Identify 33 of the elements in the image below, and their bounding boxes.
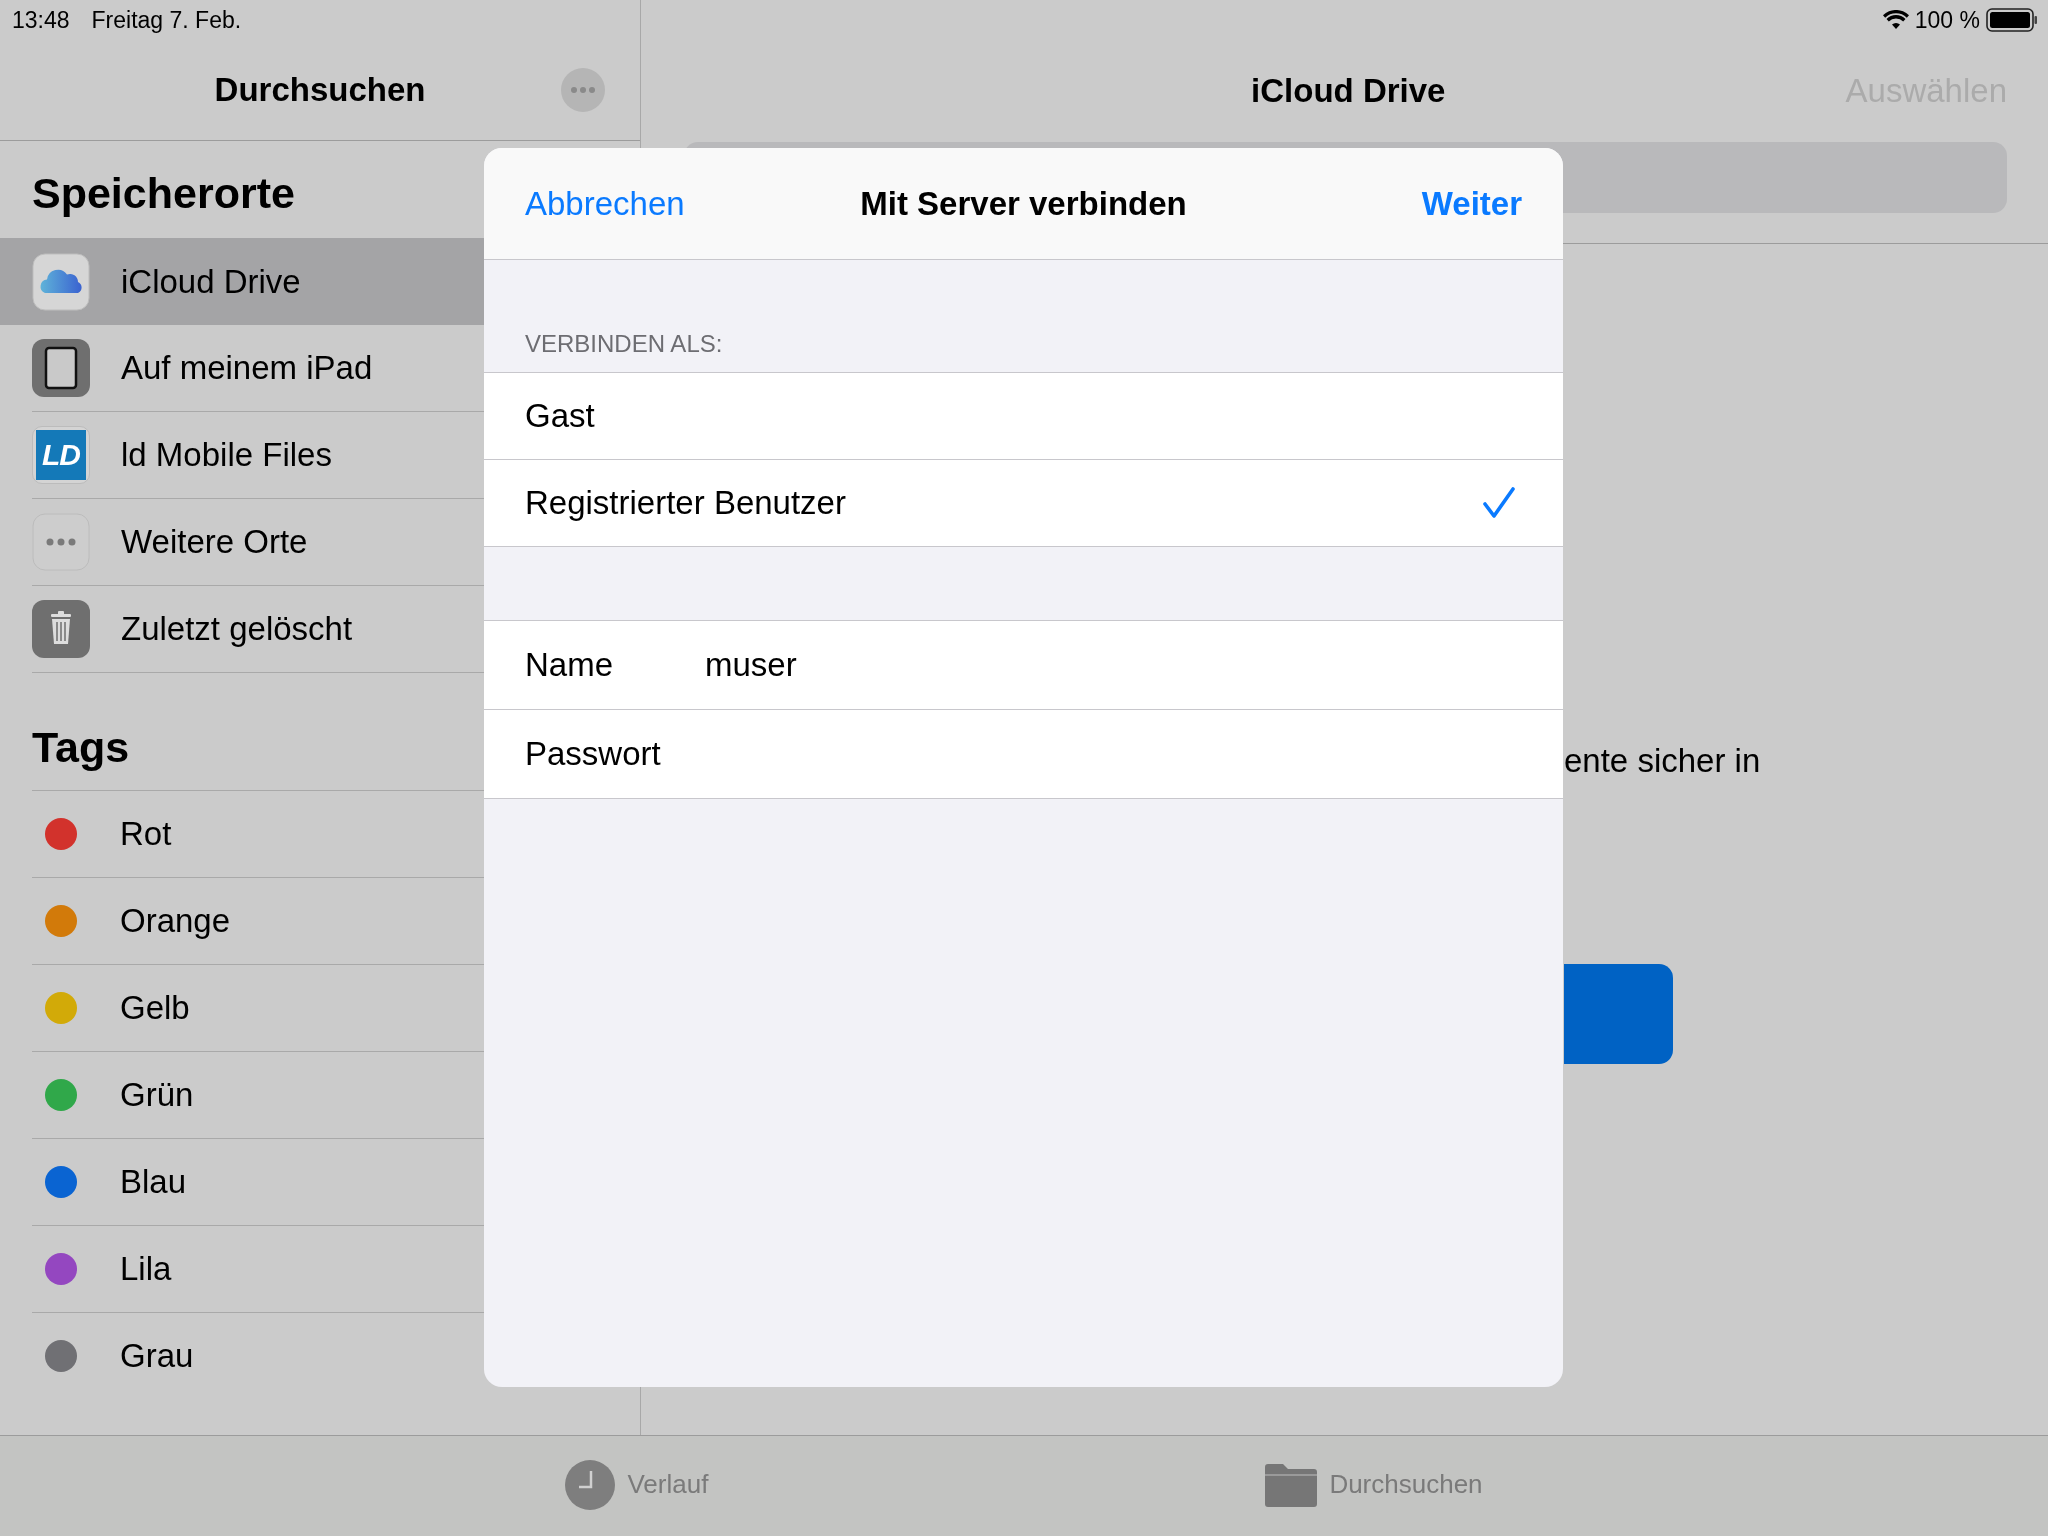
option-row[interactable]: Registrierter Benutzer [484, 460, 1563, 547]
clock-icon [565, 1459, 616, 1510]
sidebar-title: Durchsuchen [214, 71, 426, 109]
tag-label: Grün [120, 1076, 194, 1114]
next-button[interactable]: Weiter [1421, 184, 1522, 223]
wifi-icon [1882, 10, 1909, 30]
description-text: ente sicher in [1564, 742, 1762, 780]
cancel-button[interactable]: Abbrechen [525, 184, 685, 223]
option-row[interactable]: Gast [484, 373, 1563, 460]
section-header: VERBINDEN ALS: [525, 330, 723, 358]
tag-label: Grau [120, 1337, 194, 1375]
battery-percent: 100 % [1914, 6, 1980, 34]
tag-label: Orange [120, 902, 231, 940]
trash-icon [32, 600, 90, 658]
section-heading: Tags [32, 723, 130, 771]
input-field[interactable]: Passwort [484, 710, 1563, 799]
tag-label: Rot [120, 815, 172, 853]
cloud-icon [32, 252, 90, 311]
more-button[interactable] [561, 68, 605, 112]
tablet-icon [32, 339, 90, 397]
page-title: iCloud Drive [1251, 71, 1446, 110]
tag-label: Lila [120, 1250, 172, 1288]
dialog-title: Mit Server verbinden [860, 184, 1187, 223]
folder-icon [1265, 1462, 1318, 1507]
section-heading: Speicherorte [32, 169, 295, 217]
tag-label: Blau [120, 1163, 187, 1201]
status-time: 13:48 [12, 6, 70, 34]
app-logo: LD [32, 426, 90, 484]
battery-icon [1986, 8, 2038, 32]
tag-label: Gelb [120, 989, 190, 1027]
input-field[interactable]: Name muser [484, 621, 1563, 710]
more-icon [32, 513, 90, 571]
status-date: Freitag 7. Feb. [91, 6, 242, 34]
